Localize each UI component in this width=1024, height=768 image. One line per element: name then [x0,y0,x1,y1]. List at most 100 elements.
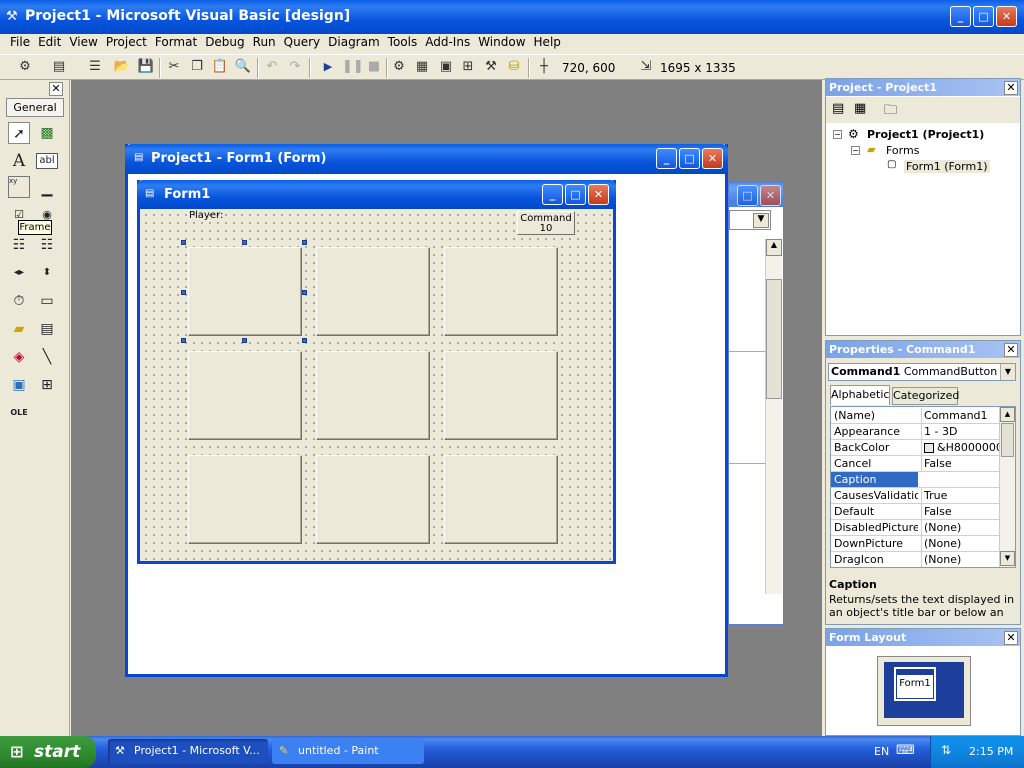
pointer-tool-icon[interactable]: ➚ [8,122,30,144]
form-designer-window[interactable]: ▤ Project1 - Form1 (Form) _ □ ✕ ▤ Form1 … [125,144,728,677]
folder-expand-icon[interactable]: − [851,146,860,155]
shape-tool-icon[interactable]: ◈ [8,346,30,368]
form1-title-bar[interactable]: ▤ Form1 _ □ ✕ [137,180,616,209]
textbox-tool-icon[interactable]: abl [36,153,58,169]
menu-edit[interactable]: Edit [34,33,65,51]
resize-handle[interactable] [302,338,307,343]
maximize-button[interactable]: □ [973,6,994,27]
form1-maximize-button[interactable]: □ [565,184,586,205]
property-row[interactable]: CausesValidationTrue [831,488,999,504]
resize-handle[interactable] [302,240,307,245]
paste-icon[interactable]: 📋 [211,58,229,76]
menu-editor-icon[interactable]: ☰ [86,58,104,76]
open-icon[interactable]: 📂 [113,58,131,76]
find-icon[interactable]: 🔍 [234,58,252,76]
picturebox-tool-icon[interactable]: ▩ [36,122,58,144]
tab-categorized[interactable]: Categorized [892,387,959,405]
property-row-selected[interactable]: Caption [831,472,999,488]
form1-client-area[interactable]: Player: Command 10 [140,209,613,561]
toolbox-close-icon[interactable]: ✕ [49,82,63,96]
network-icon[interactable]: ⇅ [941,743,951,757]
form1-minimize-button[interactable]: _ [542,184,563,205]
grid-button-7[interactable] [188,455,302,544]
view-code-icon[interactable]: ▤ [832,101,844,116]
property-row[interactable]: BackColor&H8000000F [831,440,999,456]
designer-minimize-button[interactable]: _ [656,148,677,169]
project-explorer-icon[interactable]: ⚙ [390,58,408,76]
designer-maximize-button[interactable]: □ [679,148,700,169]
menu-run[interactable]: Run [249,33,280,51]
grid-button-9[interactable] [444,455,558,544]
chevron-down-icon[interactable]: ▼ [1000,364,1015,380]
tree-expand-icon[interactable]: − [833,130,842,139]
project-close-icon[interactable]: ✕ [1004,81,1018,95]
taskbar-vb-button[interactable]: ⚒ Project1 - Microsoft V... [108,739,268,764]
resize-handle[interactable] [302,290,307,295]
minimize-button[interactable]: _ [950,6,971,27]
menu-addins[interactable]: Add-Ins [421,33,474,51]
keyboard-icon[interactable]: ⌨ [896,743,915,758]
resize-handle[interactable] [181,338,186,343]
save-icon[interactable]: 💾 [137,58,155,76]
image-tool-icon[interactable]: ▣ [8,374,30,396]
line-tool-icon[interactable]: ╲ [36,346,58,368]
code-vscrollbar[interactable]: ▲ [765,239,782,594]
grid-button-2[interactable] [316,247,430,336]
dirlistbox-tool-icon[interactable]: ▰ [8,318,30,340]
data-view-icon[interactable]: ⛁ [505,58,523,76]
menu-help[interactable]: Help [530,33,565,51]
grid-button-4[interactable] [188,351,302,440]
object-browser-icon[interactable]: ⊞ [459,58,477,76]
add-project-icon[interactable]: ⚙ [16,58,34,76]
data-tool-icon[interactable]: ⊞ [36,374,58,396]
menu-window[interactable]: Window [474,33,529,51]
menu-query[interactable]: Query [280,33,324,51]
menu-project[interactable]: Project [102,33,151,51]
timer-tool-icon[interactable]: ⏱ [8,290,30,312]
form1[interactable]: ▤ Form1 _ □ ✕ Player: Command 10 [137,180,616,564]
ole-tool-icon[interactable]: OLE [8,402,30,424]
menu-diagram[interactable]: Diagram [324,33,384,51]
copy-icon[interactable]: ❐ [188,58,206,76]
form-layout-close-icon[interactable]: ✕ [1004,631,1018,645]
form-layout-icon[interactable]: ▣ [437,58,455,76]
combobox-tool-icon[interactable]: ☷ [8,234,30,256]
form1-preview[interactable]: Form1 [896,669,934,699]
vscrollbar-tool-icon[interactable]: ⬍ [36,262,58,284]
object-selector[interactable]: Command1 CommandButton ▼ [828,363,1016,381]
properties-close-icon[interactable]: ✕ [1004,343,1018,357]
grid-button-6[interactable] [444,351,558,440]
property-row[interactable]: Appearance 1 - 3D [831,424,999,440]
commandbutton-tool-icon[interactable]: ▁ [36,178,58,200]
menu-file[interactable]: File [6,33,34,51]
menu-tools[interactable]: Tools [384,33,422,51]
label-tool-icon[interactable]: A [8,150,30,172]
taskbar-paint-button[interactable]: ✎ untitled - Paint [272,739,424,764]
properties-vscrollbar[interactable]: ▲ ▼ [999,407,1015,567]
property-row[interactable]: (Name) Command1 [831,408,999,424]
frame-tool-icon[interactable]: xy [8,176,30,198]
drivelistbox-tool-icon[interactable]: ▭ [36,290,58,312]
resize-handle[interactable] [242,240,247,245]
resize-handle[interactable] [181,240,186,245]
filelistbox-tool-icon[interactable]: ▤ [36,318,58,340]
grid-button-1[interactable] [188,247,302,336]
resize-handle[interactable] [242,338,247,343]
language-indicator[interactable]: EN [874,745,889,758]
forms-folder-node[interactable]: Forms [886,144,919,157]
view-object-icon[interactable]: ▦ [854,101,866,116]
start-button[interactable]: ⊞ start [0,736,96,768]
close-button[interactable]: ✕ [996,6,1017,27]
grid-button-5[interactable] [316,351,430,440]
command10-button[interactable]: Command 10 [517,211,575,235]
stop-icon[interactable]: ■ [365,58,383,76]
properties-window-icon[interactable]: ▦ [413,58,431,76]
grid-button-8[interactable] [316,455,430,544]
cut-icon[interactable]: ✂ [165,58,183,76]
grid-button-3[interactable] [444,247,558,336]
toggle-folders-icon[interactable]: 🗀 [884,101,897,123]
toolbox-general-tab[interactable]: General [6,98,64,117]
redo-icon[interactable]: ↷ [286,58,304,76]
pause-icon[interactable]: ❚❚ [342,58,364,76]
resize-handle[interactable] [181,290,186,295]
